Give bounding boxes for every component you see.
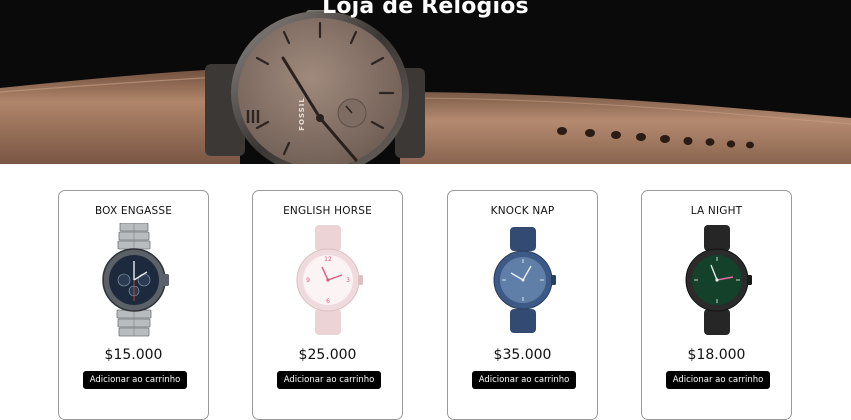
product-grid: BOX ENGASSE $15.000 Adicionar ao carrinh… xyxy=(0,164,851,420)
add-to-cart-button[interactable]: Adicionar ao carrinho xyxy=(666,371,770,389)
watch-steel-chrono-icon xyxy=(102,223,169,337)
watch-blue-icon xyxy=(493,227,556,333)
add-to-cart-button[interactable]: Adicionar ao carrinho xyxy=(83,371,187,389)
product-price: $35.000 xyxy=(493,347,552,363)
watch-black-green-icon xyxy=(685,225,752,335)
product-card: BOX ENGASSE $15.000 Adicionar ao carrinh… xyxy=(58,190,209,420)
product-name: BOX ENGASSE xyxy=(94,205,173,217)
hero-watch-image xyxy=(0,0,851,164)
product-price: $15.000 xyxy=(104,347,163,363)
svg-text:12: 12 xyxy=(324,256,332,263)
page-title: Loja de Relógios xyxy=(322,0,529,19)
add-to-cart-button[interactable]: Adicionar ao carrinho xyxy=(472,371,576,389)
add-to-cart-button[interactable]: Adicionar ao carrinho xyxy=(277,371,381,389)
svg-text:9: 9 xyxy=(306,277,310,284)
hero-brand-logo: FOSSIL xyxy=(297,97,306,131)
svg-text:3: 3 xyxy=(346,277,350,284)
product-card: ENGLISH HORSE 12 3 6 9 $25.000 Adicionar… xyxy=(252,190,403,420)
product-name: LA NIGHT xyxy=(690,205,743,217)
product-card: LA NIGHT $18.000 Adicionar ao carrinho xyxy=(641,190,792,420)
watch-pink-icon: 12 3 6 9 xyxy=(296,225,363,335)
product-card: KNOCK NAP $35.000 Adicionar ao carrinho xyxy=(447,190,598,420)
svg-text:6: 6 xyxy=(326,298,330,305)
hero-banner: FOSSIL Loja de Relógios xyxy=(0,0,851,164)
product-price: $25.000 xyxy=(298,347,357,363)
product-name: ENGLISH HORSE xyxy=(283,205,372,217)
product-name: KNOCK NAP xyxy=(490,205,555,217)
product-price: $18.000 xyxy=(687,347,746,363)
